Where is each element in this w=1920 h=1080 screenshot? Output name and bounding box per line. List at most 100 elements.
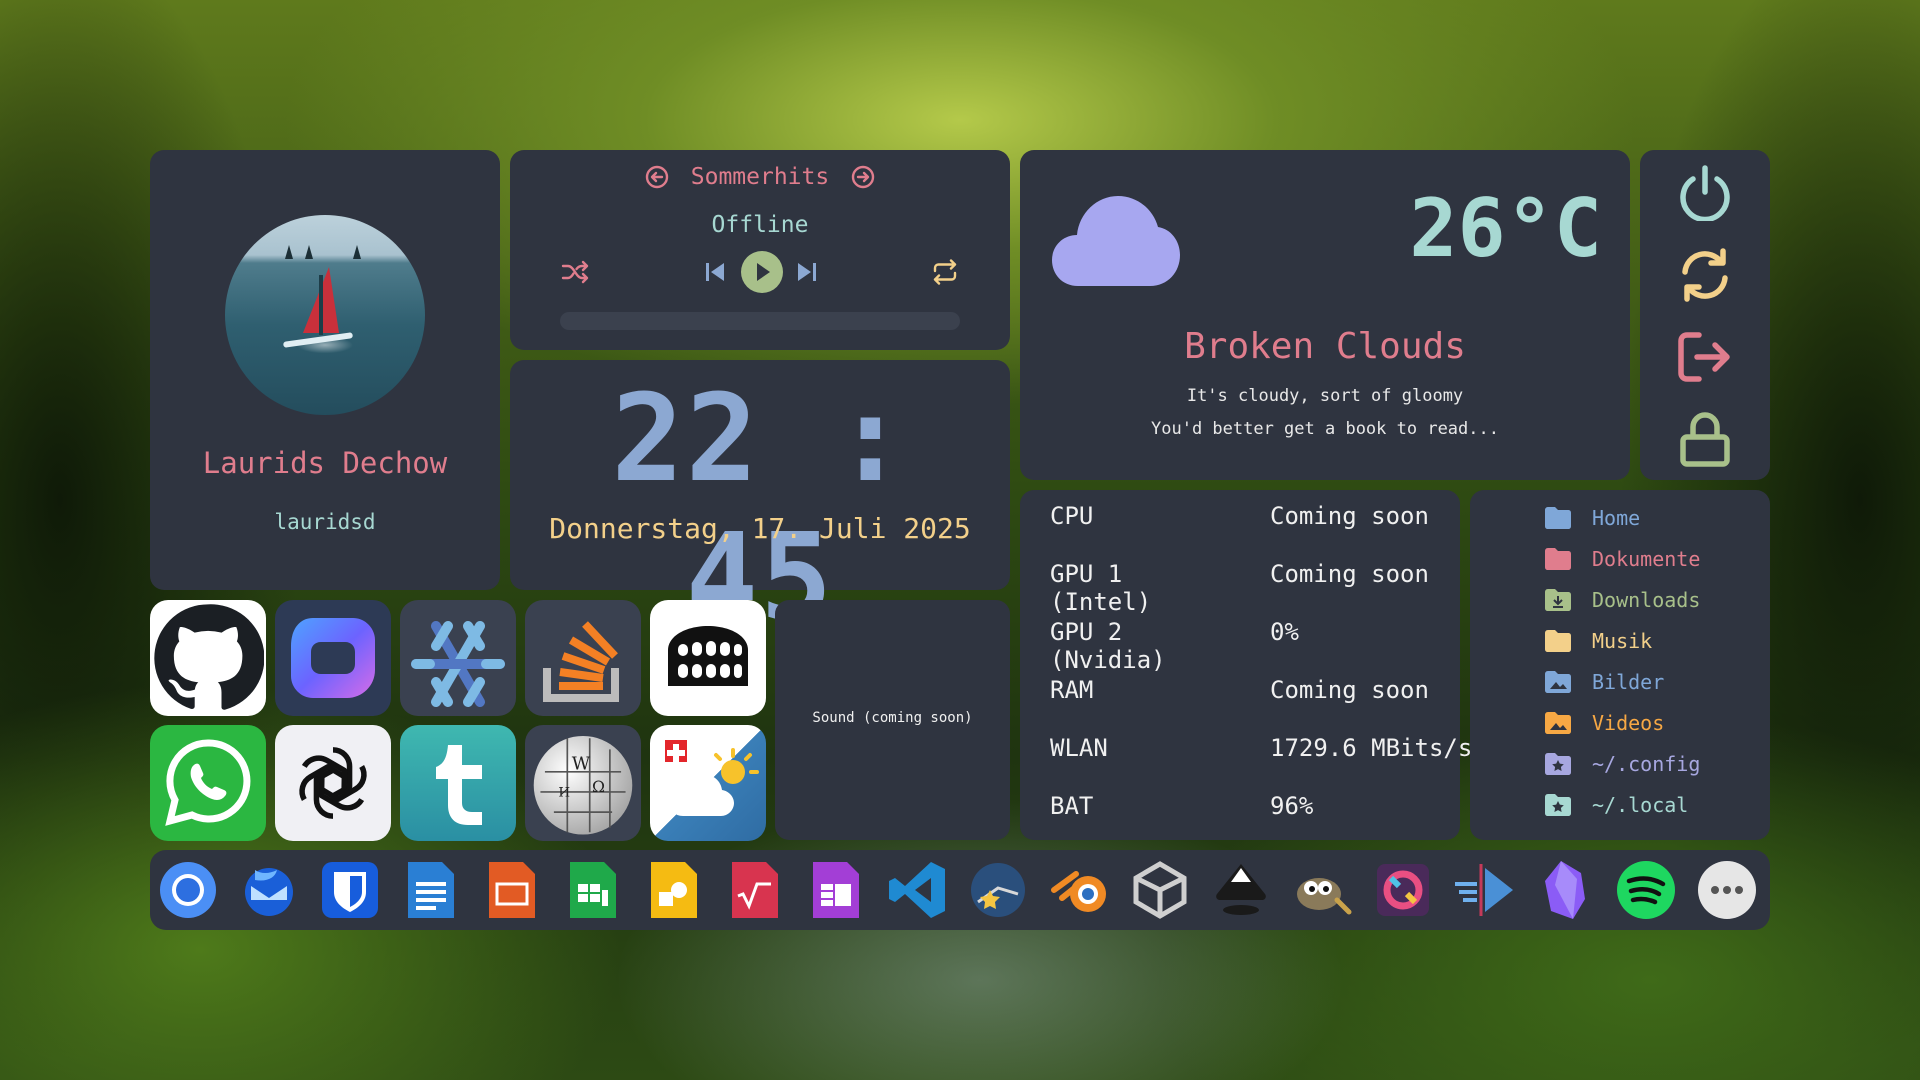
folder-videos[interactable]: Videos <box>1544 709 1664 737</box>
folder-label: Videos <box>1592 711 1665 735</box>
sound-text: Sound (coming soon) <box>812 710 973 726</box>
dock-spotify[interactable] <box>1614 858 1678 922</box>
dock-blender[interactable] <box>1047 858 1111 922</box>
profile-panel: Laurids Dechow lauridsd <box>150 150 500 590</box>
music-player: Sommerhits Offline <box>510 150 1010 350</box>
lock-icon <box>1679 411 1731 467</box>
dock-kstars[interactable] <box>966 858 1030 922</box>
meteoswiss-app[interactable] <box>650 725 766 841</box>
folder-label: ~/.local <box>1592 793 1689 817</box>
folder-label: Bilder <box>1592 670 1665 694</box>
dock-base[interactable] <box>804 858 868 922</box>
dock-impress[interactable] <box>480 858 544 922</box>
tumblr-icon <box>418 735 498 831</box>
stat-label: RAM <box>1050 676 1094 704</box>
folder-music-icon <box>1544 629 1572 653</box>
folder-pictures-icon <box>1544 670 1572 694</box>
wikipedia-app[interactable]: WΩ И <box>525 725 641 841</box>
draw-icon <box>647 860 701 920</box>
folder-musik[interactable]: Musik <box>1544 627 1652 655</box>
copilot-icon <box>283 608 383 708</box>
folder-label: Downloads <box>1592 588 1701 612</box>
dock-calc[interactable] <box>561 858 625 922</box>
dock-more[interactable] <box>1695 858 1759 922</box>
spotify-icon <box>1615 859 1677 921</box>
tumblr-app[interactable] <box>400 725 516 841</box>
stackoverflow-app[interactable] <box>525 600 641 716</box>
colosseum-app[interactable] <box>650 600 766 716</box>
dock-gimp[interactable] <box>1290 858 1354 922</box>
weather-temperature: 26°C <box>1409 182 1602 275</box>
next-playlist-icon[interactable] <box>851 165 875 189</box>
writer-icon <box>404 860 458 920</box>
dock-kdenlive[interactable] <box>1452 858 1516 922</box>
nixos-app[interactable] <box>400 600 516 716</box>
folder-downloads[interactable]: Downloads <box>1544 586 1700 614</box>
dock-bitwarden[interactable] <box>318 858 382 922</box>
previous-playlist-icon[interactable] <box>645 165 669 189</box>
base-icon <box>809 860 863 920</box>
power-button[interactable] <box>1670 158 1740 228</box>
folders-panel: Home Dokumente Downloads Musik Bilder Vi… <box>1470 490 1770 840</box>
calc-icon <box>566 860 620 920</box>
playlist-name: Sommerhits <box>690 164 830 190</box>
folder-dokumente[interactable]: Dokumente <box>1544 545 1700 573</box>
dock-math[interactable] <box>723 858 787 922</box>
blender-icon <box>1048 860 1110 920</box>
chatgpt-app[interactable] <box>275 725 391 841</box>
dock-obsidian[interactable] <box>1533 858 1597 922</box>
folder-local[interactable]: ~/.local <box>1544 791 1688 819</box>
dock-vscode[interactable] <box>885 858 949 922</box>
kstars-icon <box>968 860 1028 920</box>
svg-text:И: И <box>558 785 570 800</box>
whatsapp-app[interactable] <box>150 725 266 841</box>
vscode-icon <box>887 860 947 920</box>
dock-thunderbird[interactable] <box>237 858 301 922</box>
folder-label: ~/.config <box>1592 752 1701 776</box>
weather-condition: Broken Clouds <box>1184 326 1466 367</box>
copilot-app[interactable] <box>275 600 391 716</box>
skip-forward-icon[interactable] <box>792 250 822 294</box>
dock-chromium[interactable] <box>156 858 220 922</box>
krita-icon <box>1373 860 1433 920</box>
math-icon <box>728 860 782 920</box>
system-stats-panel: CPU Coming soon GPU 1 (Intel) Coming soon … <box>1020 490 1472 840</box>
folder-documents-icon <box>1544 547 1572 571</box>
folder-home[interactable]: Home <box>1544 504 1640 532</box>
folder-config[interactable]: ~/.config <box>1544 750 1700 778</box>
repeat-icon[interactable] <box>930 250 960 294</box>
profile-username: lauridsd <box>274 510 376 534</box>
weather-swiss-icon <box>653 728 763 838</box>
shuffle-icon[interactable] <box>560 250 590 294</box>
dock-unity[interactable] <box>1128 858 1192 922</box>
chromium-icon <box>158 860 218 920</box>
dock-writer[interactable] <box>399 858 463 922</box>
folder-label: Musik <box>1592 629 1653 653</box>
dock-draw[interactable] <box>642 858 706 922</box>
reload-button[interactable] <box>1670 240 1740 310</box>
skip-back-icon[interactable] <box>700 250 730 294</box>
stat-label: CPU <box>1050 502 1094 530</box>
lock-button[interactable] <box>1670 404 1740 474</box>
play-button[interactable] <box>740 250 784 294</box>
logout-icon <box>1677 331 1733 383</box>
nixos-icon <box>408 608 508 708</box>
folder-downloads-icon <box>1544 588 1572 612</box>
folder-bilder[interactable]: Bilder <box>1544 668 1664 696</box>
thunderbird-icon <box>239 860 299 920</box>
github-app[interactable] <box>150 600 266 716</box>
dock-krita[interactable] <box>1371 858 1435 922</box>
music-progress-bar[interactable] <box>560 312 960 330</box>
dock-inkscape[interactable] <box>1209 858 1273 922</box>
bitwarden-icon <box>320 860 380 920</box>
stat-label: GPU 1 (Intel) <box>1050 560 1152 616</box>
unity-icon <box>1130 860 1190 920</box>
folder-label: Dokumente <box>1592 547 1701 571</box>
power-icon <box>1678 165 1732 221</box>
whatsapp-icon <box>158 733 258 833</box>
weather-panel: 26°C Broken Clouds It's cloudy, sort of … <box>1020 150 1630 480</box>
colosseum-icon <box>660 610 756 706</box>
sound-panel: Sound (coming soon) <box>775 600 1010 840</box>
logout-button[interactable] <box>1670 322 1740 392</box>
stat-label: WLAN <box>1050 734 1108 762</box>
